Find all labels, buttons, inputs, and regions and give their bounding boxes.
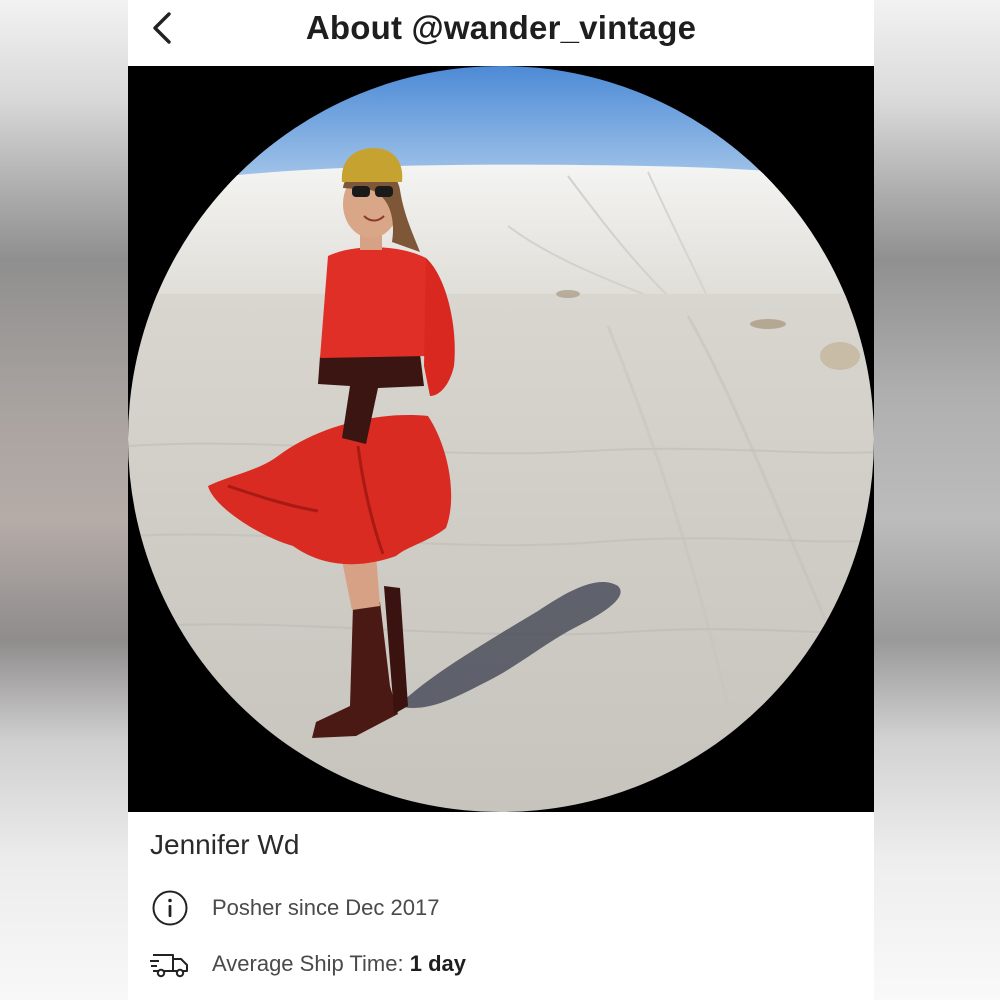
profile-info: Jennifer Wd Posher since Dec 2017 Averag… <box>128 812 874 1000</box>
background-left <box>0 0 128 1000</box>
posher-since-text: Posher since Dec 2017 <box>212 895 440 920</box>
truck-icon <box>150 954 188 978</box>
posher-since-row: Posher since Dec 2017 <box>150 888 850 928</box>
ship-time-row: Average Ship Time: 1 day <box>150 944 850 984</box>
header-bar: About @wander_vintage <box>128 0 874 66</box>
info-icon <box>152 890 188 926</box>
display-name: Jennifer Wd <box>150 829 300 860</box>
background-right <box>874 0 1000 1000</box>
photo-frame <box>128 66 874 812</box>
ship-time-text: Average Ship Time: 1 day <box>212 950 466 978</box>
ship-time-value: 1 day <box>409 951 466 976</box>
ship-time-label: Average Ship Time: <box>212 951 404 976</box>
page-title: About @wander_vintage <box>305 9 697 46</box>
about-screen: About @wander_vintage Jennifer Wd Posher… <box>128 0 874 1000</box>
profile-photo[interactable] <box>128 66 874 812</box>
